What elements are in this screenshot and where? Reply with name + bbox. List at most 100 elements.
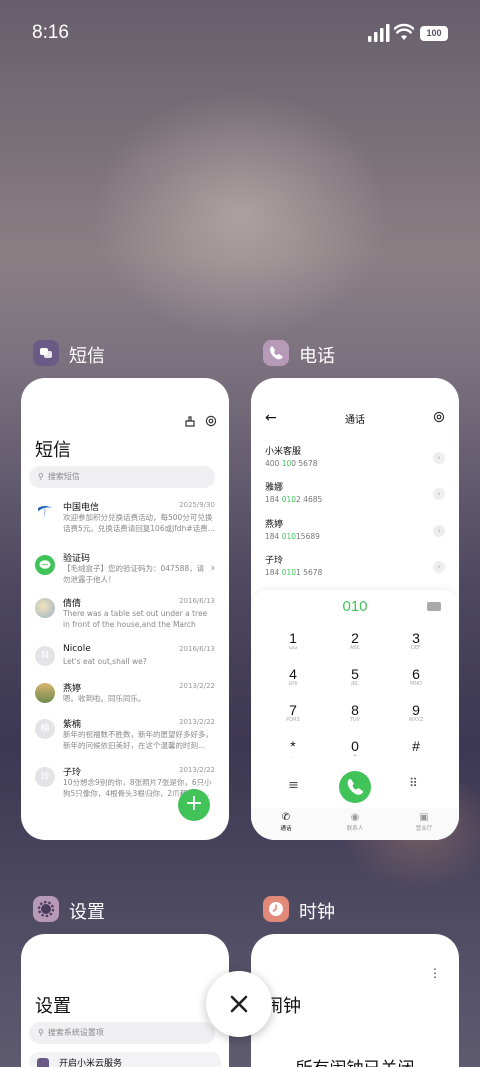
menu-icon[interactable]: ≡ — [288, 778, 299, 793]
phone-icon: ✆ — [281, 812, 291, 823]
sms-page-title: 短信 — [35, 440, 71, 461]
contact-item[interactable]: 子玲 184 0101 5678 › — [265, 553, 445, 583]
sms-app-card[interactable]: 短信 ⚲ 搜索短信 中国电信 2025/9/30 欢迎参加积分兑换话费活动，每50… — [21, 378, 229, 840]
phone-icon — [347, 779, 363, 795]
message-preview: 【毛绒盒子】您的验证码为：047588，请勿泄露于他人！ — [63, 564, 205, 584]
clean-icon[interactable] — [184, 415, 196, 427]
wifi-icon — [394, 23, 414, 40]
contact-name: 雅娜 — [265, 483, 284, 493]
chevron-right-icon: › — [433, 561, 445, 573]
backspace-icon[interactable] — [427, 602, 441, 611]
chat-bubbles-icon — [33, 340, 59, 366]
store-icon: ▣ — [419, 812, 429, 823]
avatar — [35, 683, 55, 703]
app-title-settings: 设置 — [69, 902, 105, 923]
settings-gear-icon[interactable] — [433, 411, 445, 423]
message-preview: 欢迎参加积分兑换话费活动，每500分可兑换话费5元。兑换话费请回复106或jfd… — [63, 513, 215, 533]
avatar: N — [35, 646, 55, 666]
settings-app-card[interactable]: 设置 ⚲ 搜索系统设置项 开启小米云服务 — [21, 934, 229, 1067]
message-date: 2013/2/22 — [179, 682, 215, 690]
status-time: 8:16 — [32, 22, 69, 43]
chevron-right-icon: › — [433, 452, 445, 464]
message-date: 2016/6/13 — [179, 645, 215, 653]
phone-icon — [263, 340, 289, 366]
cloud-icon — [37, 1058, 49, 1067]
avatar: 楠 — [35, 719, 55, 739]
phone-page-title: 通话 — [345, 415, 365, 426]
china-telecom-logo-icon — [35, 502, 55, 522]
key-4[interactable]: 4 GHI — [268, 666, 318, 687]
message-date: 2013/2/22 — [179, 718, 215, 726]
message-preview: There was a table set out under a tree i… — [63, 609, 208, 629]
list-item[interactable]: 验证码 【毛绒盒子】您的验证码为：047588，请勿泄露于他人！ › — [21, 551, 229, 597]
app-title-phone: 电话 — [299, 346, 335, 367]
app-title-sms: 短信 — [69, 346, 105, 367]
close-icon — [230, 995, 248, 1013]
key-7[interactable]: 7 PQRS — [268, 702, 318, 723]
message-preview: 新年的祝福数不胜数，新年的愿望好多好多，新年的问候依旧美好，在这个温馨的时刻..… — [63, 730, 213, 750]
contact-name: 小米客服 — [265, 447, 302, 457]
key-0[interactable]: 0 + — [330, 738, 380, 759]
message-date: 2016/6/13 — [179, 597, 215, 605]
contact-number: 400 100 5678 — [265, 459, 318, 468]
key-star[interactable]: *, — [268, 738, 318, 759]
message-sender: Nicole — [63, 644, 91, 654]
key-9[interactable]: 9 WXYZ — [391, 702, 441, 723]
app-title-clock: 时钟 — [299, 902, 335, 923]
key-5[interactable]: 5 JKL — [330, 666, 380, 687]
settings-search-input[interactable]: ⚲ 搜索系统设置项 — [29, 1022, 215, 1044]
chevron-right-icon: › — [210, 561, 215, 574]
key-hash[interactable]: # — [391, 738, 441, 754]
sms-search-input[interactable]: ⚲ 搜索短信 — [29, 466, 215, 488]
keypad-toggle-icon[interactable]: ⠿ — [409, 776, 418, 790]
message-preview: Let's eat out,shall we? — [63, 657, 147, 666]
contact-item[interactable]: 燕婷 184 01015689 › — [265, 517, 445, 547]
call-button[interactable] — [339, 771, 371, 803]
key-3[interactable]: 3 DEF — [391, 630, 441, 651]
settings-gear-icon[interactable] — [205, 415, 217, 427]
avatar — [35, 598, 55, 618]
contact-item[interactable]: 雅娜 184 0102 4685 › — [265, 480, 445, 510]
list-item[interactable]: 中国电信 2025/9/30 欢迎参加积分兑换话费活动，每500分可兑换话费5元… — [21, 500, 229, 546]
more-options-icon[interactable]: ⋮ — [429, 966, 441, 980]
cloud-service-item[interactable]: 开启小米云服务 — [29, 1052, 221, 1067]
alarm-status-text: 所有闹钟已关闭 — [251, 1054, 459, 1067]
chevron-right-icon: › — [433, 488, 445, 500]
phone-app-card[interactable]: ← 通话 小米客服 400 100 5678 › 雅娜 184 0102 468… — [251, 378, 459, 840]
plus-icon: + — [184, 791, 204, 816]
list-item[interactable]: 楠 紫楠 2013/2/22 新年的祝福数不胜数，新年的愿望好多好多，新年的问候… — [21, 717, 229, 763]
search-placeholder: 搜索短信 — [47, 472, 80, 481]
chevron-right-icon: › — [433, 525, 445, 537]
sms-toolbar — [184, 412, 217, 431]
list-item[interactable]: 倩倩 2016/6/13 There was a table set out u… — [21, 596, 229, 642]
contact-item[interactable]: 小米客服 400 100 5678 › — [265, 444, 445, 474]
avatar: 玲 — [35, 767, 55, 787]
close-all-button[interactable] — [206, 971, 272, 1037]
key-8[interactable]: 8 TUV — [330, 702, 380, 723]
key-1[interactable]: 1 ωω — [268, 630, 318, 651]
message-date: 2013/2/22 — [179, 766, 215, 774]
search-icon: ⚲ — [38, 472, 44, 481]
key-6[interactable]: 6 MNO — [391, 666, 441, 687]
search-placeholder: 搜索系统设置项 — [47, 1028, 104, 1037]
bottom-tab-bar: ✆ 通话 ◉ 联系人 ▣ 营业厅 — [251, 808, 459, 840]
contact-number: 184 0101 5678 — [265, 568, 323, 577]
message-preview: 嗯。收到啦。同乐同乐。 — [63, 694, 146, 703]
signal-icon — [368, 24, 390, 42]
new-message-button[interactable]: + — [178, 789, 210, 821]
message-bubble-icon — [35, 555, 55, 575]
contact-number: 184 01015689 — [265, 532, 320, 541]
tab-calls[interactable]: ✆ 通话 — [266, 812, 306, 832]
clock-icon — [263, 896, 289, 922]
contact-name: 燕婷 — [265, 520, 284, 530]
clock-app-card[interactable]: ⋮ 闹钟 所有闹钟已关闭 — [251, 934, 459, 1067]
settings-page-title: 设置 — [35, 996, 71, 1017]
tab-contacts[interactable]: ◉ 联系人 — [335, 812, 375, 832]
contacts-icon: ◉ — [350, 812, 360, 823]
battery-icon: 100 — [420, 26, 448, 41]
contact-number: 184 0102 4685 — [265, 495, 323, 504]
status-bar: 8:16 100 — [0, 0, 480, 68]
search-icon: ⚲ — [38, 1028, 44, 1037]
key-2[interactable]: 2 ABC — [330, 630, 380, 651]
tab-service-hall[interactable]: ▣ 营业厅 — [404, 812, 444, 832]
